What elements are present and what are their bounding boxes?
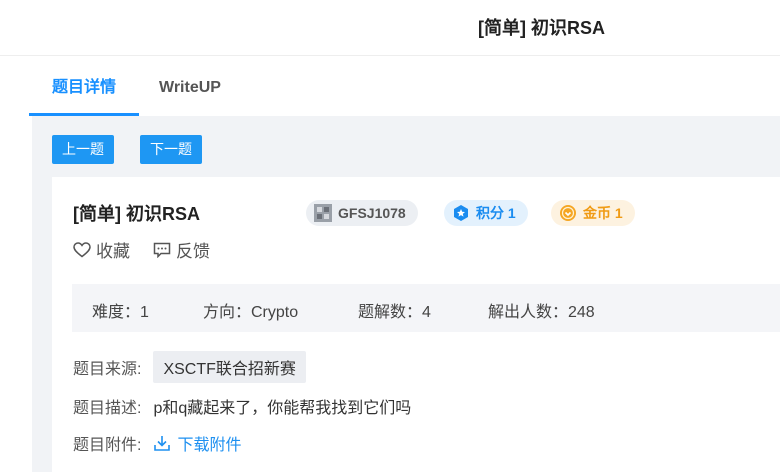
score-text: 积分 1: [476, 205, 516, 221]
feedback-label: 反馈: [176, 242, 210, 261]
tab-writeup[interactable]: WriteUP: [159, 66, 221, 116]
source-label: 题目来源:: [73, 361, 142, 378]
coin-icon: [559, 204, 577, 222]
content-area: 上一题 下一题 [简单] 初识RSA GFSJ1078 积分 1 金币 1 收藏…: [32, 116, 780, 472]
download-icon: [154, 436, 171, 451]
description-label: 题目描述:: [73, 400, 142, 417]
source-row: 题目来源: XSCTF联合招新赛: [73, 351, 306, 383]
tab-details[interactable]: 题目详情: [29, 66, 139, 116]
score-badge: 积分 1: [444, 200, 528, 226]
stats-bar: 难度：1 方向：Crypto 题解数：4 解出人数：248: [72, 284, 780, 332]
attachment-row: 题目附件: 下载附件: [73, 431, 241, 455]
problem-id-badge: GFSJ1078: [306, 200, 418, 226]
problem-title: [简单] 初识RSA: [73, 204, 200, 224]
page-title: [简单] 初识RSA: [478, 18, 605, 38]
next-problem-button[interactable]: 下一题: [140, 135, 202, 164]
avatar-icon: [314, 204, 332, 222]
favorite-label: 收藏: [96, 242, 130, 261]
source-tag[interactable]: XSCTF联合招新赛: [153, 351, 306, 383]
problem-id-text: GFSJ1078: [338, 205, 406, 221]
description-text: p和q藏起来了，你能帮我找到它们吗: [153, 400, 412, 417]
coin-badge: 金币 1: [551, 200, 635, 226]
favorite-button[interactable]: 收藏: [73, 237, 130, 262]
top-bar: [简单] 初识RSA: [0, 0, 780, 56]
feedback-icon: [153, 242, 171, 258]
download-label: 下载附件: [177, 437, 242, 454]
description-row: 题目描述: p和q藏起来了，你能帮我找到它们吗: [73, 394, 411, 418]
direction-stat: 方向：Crypto: [203, 304, 299, 321]
heart-icon: [73, 241, 91, 257]
feedback-button[interactable]: 反馈: [153, 237, 210, 262]
coin-text: 金币 1: [583, 205, 623, 221]
solutions-stat: 题解数：4: [358, 304, 431, 321]
prev-problem-button[interactable]: 上一题: [52, 135, 114, 164]
attachment-label: 题目附件:: [73, 437, 142, 454]
score-icon: [452, 204, 470, 222]
problem-card: [简单] 初识RSA GFSJ1078 积分 1 金币 1 收藏 反馈 难度：1…: [52, 177, 780, 472]
solvers-stat: 解出人数：248: [488, 304, 595, 321]
difficulty-stat: 难度：1: [92, 304, 149, 321]
download-attachment-link[interactable]: 下载附件: [153, 431, 241, 455]
